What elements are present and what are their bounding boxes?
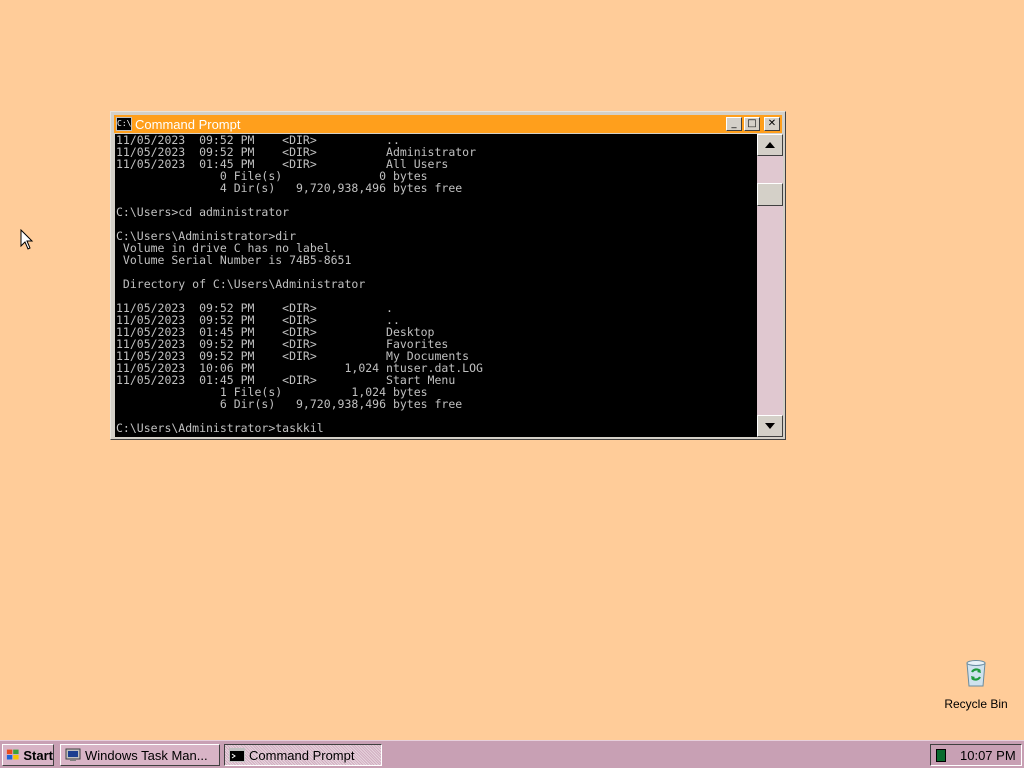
taskbar-button-command-prompt[interactable]: Command Prompt (224, 744, 382, 766)
windows-flag-icon (6, 749, 19, 760)
arrow-up-icon (765, 142, 775, 148)
network-icon[interactable] (936, 748, 946, 762)
vertical-scrollbar[interactable] (757, 134, 783, 437)
console-area[interactable]: 11/05/2023 09:52 PM <DIR> .. 11/05/2023 0… (115, 134, 757, 437)
console-line: 6 Dir(s) 9,720,938,496 bytes free (116, 397, 463, 411)
recycle-bin-shortcut[interactable]: Recycle Bin (940, 656, 1012, 711)
start-label: Start (23, 747, 53, 763)
close-button[interactable]: ✕ (764, 117, 780, 131)
arrow-down-icon (765, 423, 775, 429)
console-line: Directory of C:\Users\Administrator (116, 277, 366, 291)
window-titlebar[interactable]: C:\ Command Prompt _ □ ✕ (114, 115, 782, 133)
maximize-button[interactable]: □ (744, 117, 760, 131)
command-prompt-icon (229, 748, 245, 762)
command-prompt-icon[interactable]: C:\ (116, 117, 132, 131)
clock[interactable]: 10:07 PM (960, 748, 1016, 763)
taskbar-button-task-manager[interactable]: Windows Task Man... (60, 744, 220, 766)
desktop[interactable]: C:\ Command Prompt _ □ ✕ 11/05/2023 09:5… (0, 0, 1024, 740)
console-line: C:\Users>cd administrator (116, 205, 290, 219)
recycle-bin-label: Recycle Bin (944, 697, 1008, 711)
console-line: 4 Dir(s) 9,720,938,496 bytes free (116, 181, 463, 195)
scrollbar-thumb[interactable] (757, 183, 783, 206)
arrow-cursor-icon (20, 229, 34, 250)
console-line: Volume Serial Number is 74B5-8651 (116, 253, 352, 267)
recycle-bin-icon (966, 660, 986, 687)
task-label: Windows Task Man... (85, 747, 208, 763)
start-button[interactable]: Start (2, 744, 54, 766)
system-tray: 10:07 PM (930, 744, 1022, 766)
minimize-button[interactable]: _ (726, 117, 742, 131)
scroll-up-button[interactable] (757, 134, 783, 156)
window-title: Command Prompt (135, 116, 241, 132)
task-label: Command Prompt (249, 747, 355, 763)
console-line: C:\Users\Administrator>taskkil (116, 421, 324, 435)
taskbar: Start Windows Task Man... Command Prompt… (0, 740, 1024, 768)
scroll-down-button[interactable] (757, 415, 783, 437)
command-prompt-window[interactable]: C:\ Command Prompt _ □ ✕ 11/05/2023 09:5… (110, 111, 786, 440)
console-output: 11/05/2023 09:52 PM <DIR> .. 11/05/2023 0… (115, 134, 757, 434)
task-manager-icon (65, 748, 81, 761)
